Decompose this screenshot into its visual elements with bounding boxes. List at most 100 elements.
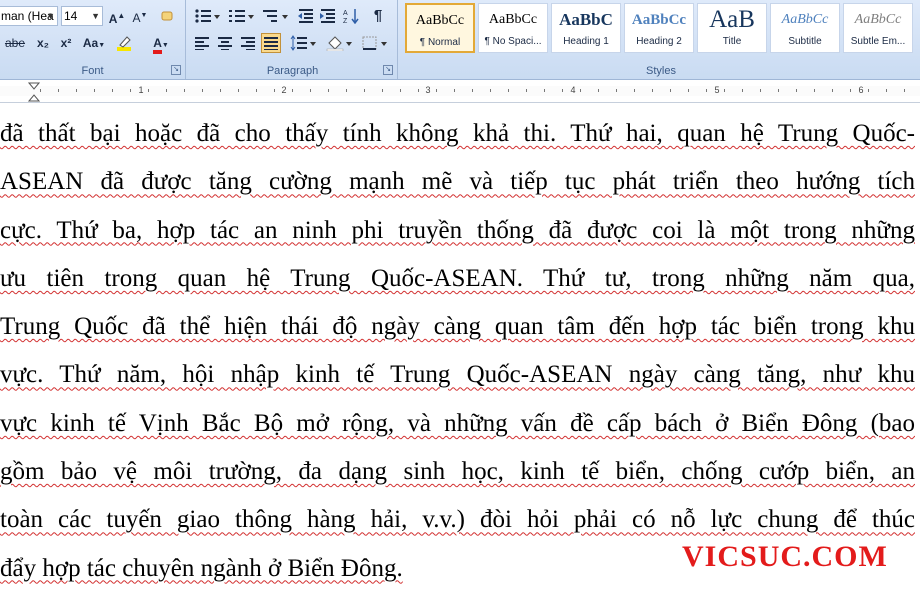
ruler-tick — [256, 89, 257, 92]
align-right-button[interactable] — [238, 33, 258, 53]
ruler-number: 1 — [138, 85, 144, 95]
style-sample: AaB — [709, 6, 755, 33]
multilevel-list-button[interactable] — [260, 6, 290, 26]
style-heading-1[interactable]: AaBbC Heading 1 — [551, 3, 621, 53]
ruler-tick — [850, 89, 851, 92]
shading-button[interactable] — [324, 33, 354, 53]
style-sample: AaBbCc — [854, 12, 902, 27]
ruler-tick — [400, 89, 401, 92]
change-case-button[interactable]: Aa▼ — [80, 33, 108, 53]
font-group-label: Font — [81, 65, 104, 77]
line-spacing-icon — [290, 35, 316, 51]
show-hide-formatting-button[interactable]: ¶ — [368, 6, 388, 26]
dialog-launcher-icon[interactable]: ↘ — [171, 65, 181, 75]
strikethrough-icon: abe — [4, 36, 26, 50]
decrease-indent-button[interactable] — [296, 6, 316, 26]
ruler-tick — [58, 89, 59, 92]
ruler-tick — [112, 89, 113, 92]
dialog-launcher-icon[interactable]: ↘ — [383, 65, 393, 75]
ruler-tick — [346, 89, 347, 92]
ruler-tick — [184, 89, 185, 92]
style-sample: AaBbCc — [631, 12, 687, 28]
style-no-spacing[interactable]: AaBbCc ¶ No Spaci... — [478, 3, 548, 53]
decrease-indent-icon — [298, 9, 313, 23]
increase-indent-button[interactable] — [318, 6, 338, 26]
bullets-button[interactable] — [192, 6, 222, 26]
align-left-icon — [195, 37, 209, 50]
ruler-tick — [148, 89, 149, 92]
pilcrow-icon: ¶ — [373, 7, 383, 24]
text-line: gồm bảo vệ môi trường, đa dạng sinh học,… — [0, 458, 915, 486]
style-subtitle[interactable]: AaBbCc Subtitle — [770, 3, 840, 53]
watermark: VICSUC.COM — [682, 540, 888, 573]
style-name: ¶ No Spaci... — [484, 36, 542, 47]
strikethrough-button[interactable]: abe — [0, 33, 32, 53]
bullets-icon — [195, 9, 220, 23]
chevron-down-icon: ▼ — [46, 11, 55, 21]
document-body[interactable]: đã thất bại hoặc đã cho thấy tính không … — [0, 110, 915, 593]
indent-marker-icon[interactable] — [28, 82, 40, 102]
superscript-icon: x² — [60, 36, 72, 50]
ruler-tick — [508, 89, 509, 92]
ruler-tick — [562, 89, 563, 92]
ruler-tick — [796, 89, 797, 92]
subscript-icon: x₂ — [36, 36, 49, 50]
borders-button[interactable] — [359, 33, 389, 53]
font-color-button[interactable]: A▼ — [146, 33, 176, 54]
ruler-number: 3 — [425, 85, 431, 95]
style-sample: AaBbCc — [488, 12, 538, 27]
ruler-tick — [544, 89, 545, 92]
shrink-font-button[interactable]: A▼ — [130, 6, 150, 26]
sort-button[interactable]: AZ — [341, 6, 361, 26]
style-sample: AaBbCc — [415, 13, 465, 28]
superscript-button[interactable]: x² — [56, 33, 76, 53]
ruler-tick — [778, 89, 779, 92]
justify-icon — [264, 37, 278, 50]
text-line: ASEAN đã được tăng cường mạnh mẽ và tiếp… — [0, 168, 915, 196]
ruler-tick — [76, 89, 77, 92]
chevron-down-icon: ▼ — [91, 11, 100, 21]
horizontal-ruler[interactable]: 1 2 3 4 5 6 — [0, 80, 920, 103]
style-name: Subtle Em... — [850, 36, 906, 47]
ruler-tick — [868, 89, 869, 92]
text-line: ưu tiên trong quan hệ Trung Quốc-ASEAN. … — [0, 264, 915, 292]
ruler-tick — [238, 89, 239, 92]
subscript-button[interactable]: x₂ — [33, 33, 53, 53]
ruler-tick — [202, 89, 203, 92]
style-heading-2[interactable]: AaBbCc Heading 2 — [624, 3, 694, 53]
style-title[interactable]: AaB Title — [697, 3, 767, 53]
clear-formatting-button[interactable] — [157, 6, 177, 26]
paragraph-group: AZ ¶ Paragraph ↘ — [188, 0, 398, 79]
ruler-tick — [598, 89, 599, 92]
numbering-button[interactable] — [226, 6, 256, 26]
style-name: Heading 2 — [636, 36, 682, 47]
shrink-font-icon: A — [132, 11, 141, 25]
ruler-tick — [166, 89, 167, 92]
font-size-select[interactable]: 14 ▼ — [61, 6, 103, 26]
ruler-tick — [454, 89, 455, 92]
ruler-tick — [274, 89, 275, 92]
multilevel-list-icon — [263, 10, 288, 22]
text-line: đã thất bại hoặc đã cho thấy tính không … — [0, 120, 915, 147]
ruler-number: 4 — [570, 85, 576, 95]
ruler-number: 2 — [281, 85, 287, 95]
align-center-button[interactable] — [215, 33, 235, 53]
highlight-button[interactable] — [113, 33, 141, 53]
align-left-button[interactable] — [192, 33, 212, 53]
style-subtle-emphasis[interactable]: AaBbCc Subtle Em... — [843, 3, 913, 53]
highlighter-icon — [117, 36, 131, 51]
ruler-tick — [616, 89, 617, 92]
style-normal[interactable]: AaBbCc ¶ Normal — [405, 3, 475, 53]
ruler-number: 6 — [858, 85, 864, 95]
ruler-tick — [760, 89, 761, 92]
text-line: vực kinh tế Vịnh Bắc Bộ mở rộng, và nhữn… — [0, 409, 915, 437]
font-name-select[interactable]: man (Hea ▼ — [0, 6, 58, 26]
ruler-tick — [526, 89, 527, 92]
sort-icon: AZ — [343, 9, 359, 25]
ruler-tick — [382, 89, 383, 92]
grow-font-button[interactable]: A▲ — [107, 6, 127, 26]
justify-button[interactable] — [261, 33, 281, 53]
ruler-tick — [328, 89, 329, 92]
ruler-number: 5 — [714, 85, 720, 95]
line-spacing-button[interactable] — [288, 33, 318, 53]
